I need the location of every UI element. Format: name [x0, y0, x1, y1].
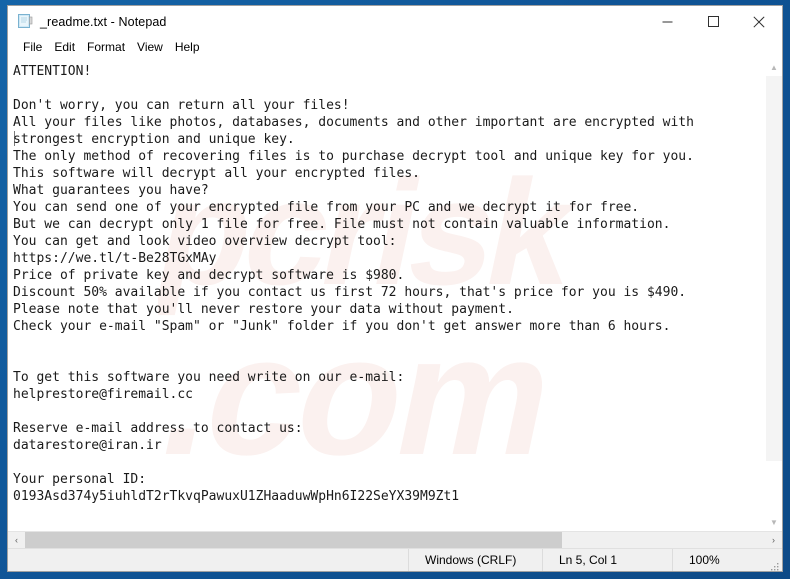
- menu-item-format[interactable]: Format: [81, 39, 131, 56]
- status-zoom-level: 100%: [672, 548, 782, 571]
- minimize-button[interactable]: [644, 6, 690, 37]
- status-encoding: Windows (CRLF): [408, 548, 542, 571]
- horizontal-scrollbar[interactable]: ‹ ›: [8, 531, 782, 548]
- scroll-down-arrow-icon[interactable]: ▼: [766, 514, 782, 531]
- title-bar: _readme.txt - Notepad: [8, 6, 782, 37]
- editor-region: pcrisk .com ATTENTION! Don't worry, you …: [8, 58, 782, 531]
- vertical-scrollbar[interactable]: ▲ ▼: [765, 59, 782, 531]
- close-button[interactable]: [736, 6, 782, 37]
- window-controls: [644, 6, 782, 37]
- scroll-left-arrow-icon[interactable]: ‹: [8, 532, 25, 548]
- scroll-right-arrow-icon[interactable]: ›: [765, 532, 782, 548]
- menu-item-help[interactable]: Help: [169, 39, 206, 56]
- notepad-window: _readme.txt - Notepad File Edit Format V…: [7, 5, 783, 572]
- vertical-scroll-track[interactable]: [766, 76, 782, 514]
- menu-bar: File Edit Format View Help: [8, 37, 782, 58]
- horizontal-scroll-thumb[interactable]: [25, 532, 562, 548]
- notepad-document-icon: [17, 13, 34, 30]
- horizontal-scroll-track[interactable]: [25, 532, 765, 548]
- vertical-scroll-thumb[interactable]: [766, 76, 782, 462]
- status-bar: Windows (CRLF) Ln 5, Col 1 100%: [8, 548, 782, 571]
- scroll-up-arrow-icon[interactable]: ▲: [766, 59, 782, 76]
- text-editor[interactable]: pcrisk .com ATTENTION! Don't worry, you …: [8, 59, 765, 531]
- maximize-button[interactable]: [690, 6, 736, 37]
- menu-item-file[interactable]: File: [17, 39, 48, 56]
- ransom-note-text[interactable]: ATTENTION! Don't worry, you can return a…: [8, 59, 765, 505]
- window-title: _readme.txt - Notepad: [40, 14, 167, 29]
- menu-item-view[interactable]: View: [131, 39, 169, 56]
- menu-item-edit[interactable]: Edit: [48, 39, 81, 56]
- resize-grip-icon[interactable]: [769, 558, 779, 571]
- status-cursor-position: Ln 5, Col 1: [542, 548, 672, 571]
